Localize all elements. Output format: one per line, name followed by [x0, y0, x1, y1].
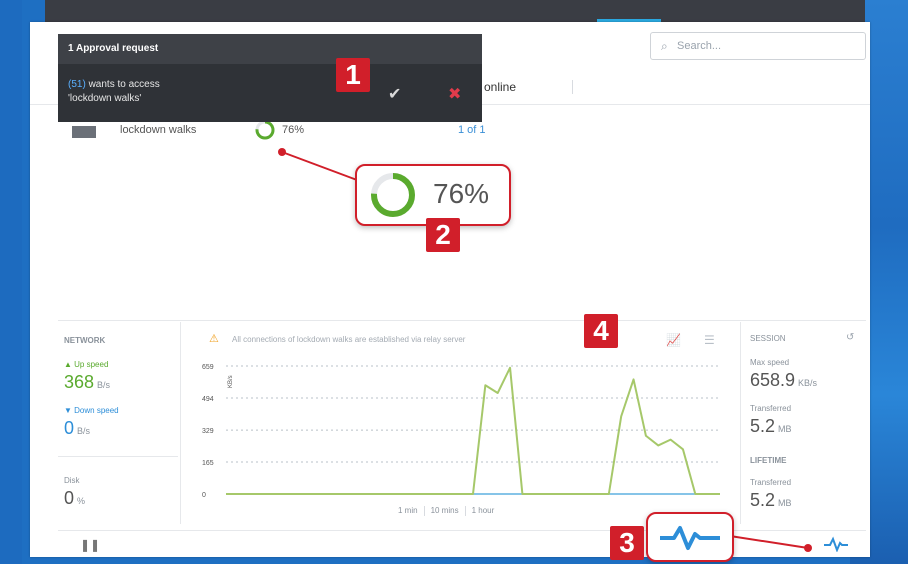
speed-chart: 659 494 329 165 0 KB/s: [202, 364, 720, 499]
range-10min[interactable]: 10 mins: [431, 506, 459, 515]
zoomed-activity-pulse-icon: [660, 526, 720, 550]
down-speed-value: 0 B/s: [64, 418, 90, 439]
search-placeholder: Search...: [677, 40, 722, 52]
pause-icon[interactable]: ❚❚: [80, 538, 100, 552]
range-1hour[interactable]: 1 hour: [472, 506, 495, 515]
check-icon[interactable]: ✔: [388, 84, 401, 104]
lifetime-transferred-number: 5.2: [750, 490, 776, 510]
approval-request-popup: 1 Approval request (51) wants to access …: [58, 34, 482, 122]
search-icon: ⌕: [661, 39, 668, 53]
down-speed-number: 0: [64, 418, 75, 438]
down-speed-unit: B/s: [77, 426, 91, 436]
chart-view-icon[interactable]: 📈: [666, 333, 681, 347]
y-tick-label: 659: [202, 364, 214, 371]
max-speed-label: Max speed: [750, 358, 790, 367]
max-speed-unit: KB/s: [798, 378, 818, 388]
session-transferred-unit: MB: [778, 424, 792, 434]
time-range-selector: 1 min 10 mins 1 hour: [392, 506, 500, 516]
message-text: wants to access: [85, 79, 160, 90]
y-tick-label: 0: [202, 492, 206, 499]
desktop-background-left: [0, 0, 22, 564]
requester-link[interactable]: (51): [68, 79, 86, 90]
close-icon[interactable]: ✖: [448, 84, 461, 104]
divider: [58, 530, 866, 531]
session-transferred-label: Transferred: [750, 404, 792, 413]
callout-badge-4: 4: [584, 314, 618, 348]
disk-label: Disk: [64, 476, 80, 485]
disk-number: 0: [64, 488, 75, 508]
network-panel: NETWORK ▲ Up speed 368 B/s ▼ Down speed 0…: [58, 322, 178, 524]
divider: [572, 80, 573, 94]
callout-badge-3: 3: [610, 526, 644, 560]
lifetime-title: LIFETIME: [750, 456, 787, 465]
activity-pulse-icon[interactable]: [824, 536, 848, 552]
range-1min[interactable]: 1 min: [398, 506, 418, 515]
pages-link[interactable]: 1 of 1: [458, 124, 486, 136]
lifetime-transferred-unit: MB: [778, 498, 792, 508]
callout-badge-1: 1: [336, 58, 370, 92]
progress-percent: 76%: [282, 124, 305, 136]
lifetime-transferred-label: Transferred: [750, 478, 792, 487]
zoomed-progress-callout: 76%: [355, 164, 511, 226]
disk-unit: %: [77, 496, 86, 506]
y-tick-label: 494: [202, 396, 214, 403]
reset-icon[interactable]: ↺: [846, 332, 854, 343]
network-title: NETWORK: [64, 336, 106, 345]
divider: [740, 322, 741, 524]
title-bar: [45, 0, 865, 22]
share-name[interactable]: lockdown walks: [120, 124, 196, 136]
zoomed-progress-ring: [371, 173, 415, 217]
popup-message: (51) wants to access 'lockdown walks': [68, 78, 278, 106]
divider: [58, 456, 178, 457]
progress-ring: [255, 120, 275, 140]
search-input[interactable]: ⌕ Search...: [650, 32, 866, 60]
speed-series-line: [226, 366, 720, 495]
lifetime-transferred-value: 5.2 MB: [750, 490, 792, 511]
session-transferred-number: 5.2: [750, 416, 776, 436]
max-speed-number: 658.9: [750, 370, 796, 390]
up-speed-number: 368: [64, 372, 95, 392]
relay-warning: All connections of lockdown walks are es…: [232, 335, 466, 344]
up-speed-unit: B/s: [97, 380, 111, 390]
up-speed-value: 368 B/s: [64, 372, 110, 393]
divider: [58, 320, 866, 321]
callout-badge-2: 2: [426, 218, 460, 252]
message-target: 'lockdown walks': [68, 93, 142, 104]
session-title: SESSION: [750, 334, 786, 343]
popup-title: 1 Approval request: [68, 43, 159, 54]
y-axis-label: KB/s: [228, 375, 234, 388]
up-speed-label: ▲ Up speed: [64, 360, 109, 369]
y-tick-label: 329: [202, 428, 214, 435]
y-tick-label: 165: [202, 460, 214, 467]
folder-icon: [72, 126, 96, 138]
warning-icon: ⚠: [209, 333, 219, 345]
zoomed-pulse-callout: [646, 512, 734, 562]
max-speed-value: 658.9 KB/s: [750, 370, 817, 391]
tab-online[interactable]: online: [484, 80, 516, 94]
list-view-icon[interactable]: ☰: [704, 333, 715, 347]
zoomed-progress-percent: 76%: [433, 178, 490, 209]
session-transferred-value: 5.2 MB: [750, 416, 792, 437]
disk-value: 0%: [64, 488, 85, 509]
down-speed-label: ▼ Down speed: [64, 406, 119, 415]
